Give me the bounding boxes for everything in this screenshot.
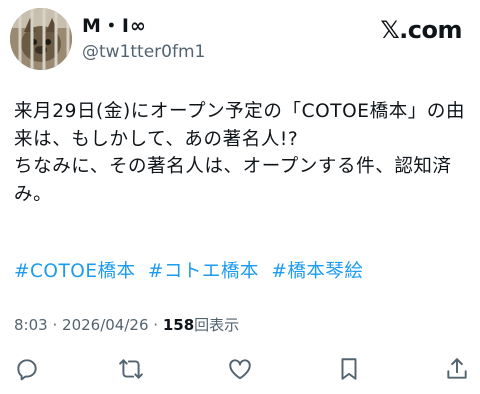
x-com-logo: 𝕏.com — [380, 16, 462, 44]
user-info: M・I∞ @tw1tter0fm1 — [82, 14, 205, 63]
meta-separator: · — [52, 316, 58, 334]
like-icon[interactable] — [227, 356, 253, 382]
tweet-date[interactable]: 2026/04/26 — [62, 316, 148, 334]
action-bar — [0, 352, 480, 386]
hashtag-kotoe-hashimoto[interactable]: #コトエ橋本 — [148, 261, 259, 282]
bookmark-icon[interactable] — [336, 356, 362, 382]
reply-icon[interactable] — [14, 356, 40, 382]
tweet-meta: 8:03 · 2026/04/26 · 158回表示 — [14, 314, 239, 336]
hashtag-cotoe-hashimoto[interactable]: #COTOE橋本 — [14, 261, 136, 282]
retweet-icon[interactable] — [118, 356, 144, 382]
views-count: 158 — [162, 316, 195, 334]
tweet-header: M・I∞ @tw1tter0fm1 𝕏.com — [10, 8, 470, 72]
tweet-time[interactable]: 8:03 — [14, 316, 48, 334]
hashtag-hashimoto-kotoe[interactable]: #橋本琴絵 — [271, 261, 363, 282]
display-name[interactable]: M・I∞ — [82, 14, 205, 38]
avatar[interactable] — [10, 8, 72, 70]
hashtag-list: #COTOE橋本 #コトエ橋本 #橋本琴絵 — [14, 258, 369, 285]
meta-separator: · — [153, 316, 159, 334]
share-icon[interactable] — [444, 356, 470, 382]
user-handle[interactable]: @tw1tter0fm1 — [82, 41, 205, 63]
views-label: 回表示 — [194, 316, 240, 334]
tweet-text: 来月29日(金)にオープン予定の「COTOE橋本」の由来は、もしかして、あの著名… — [14, 101, 466, 205]
